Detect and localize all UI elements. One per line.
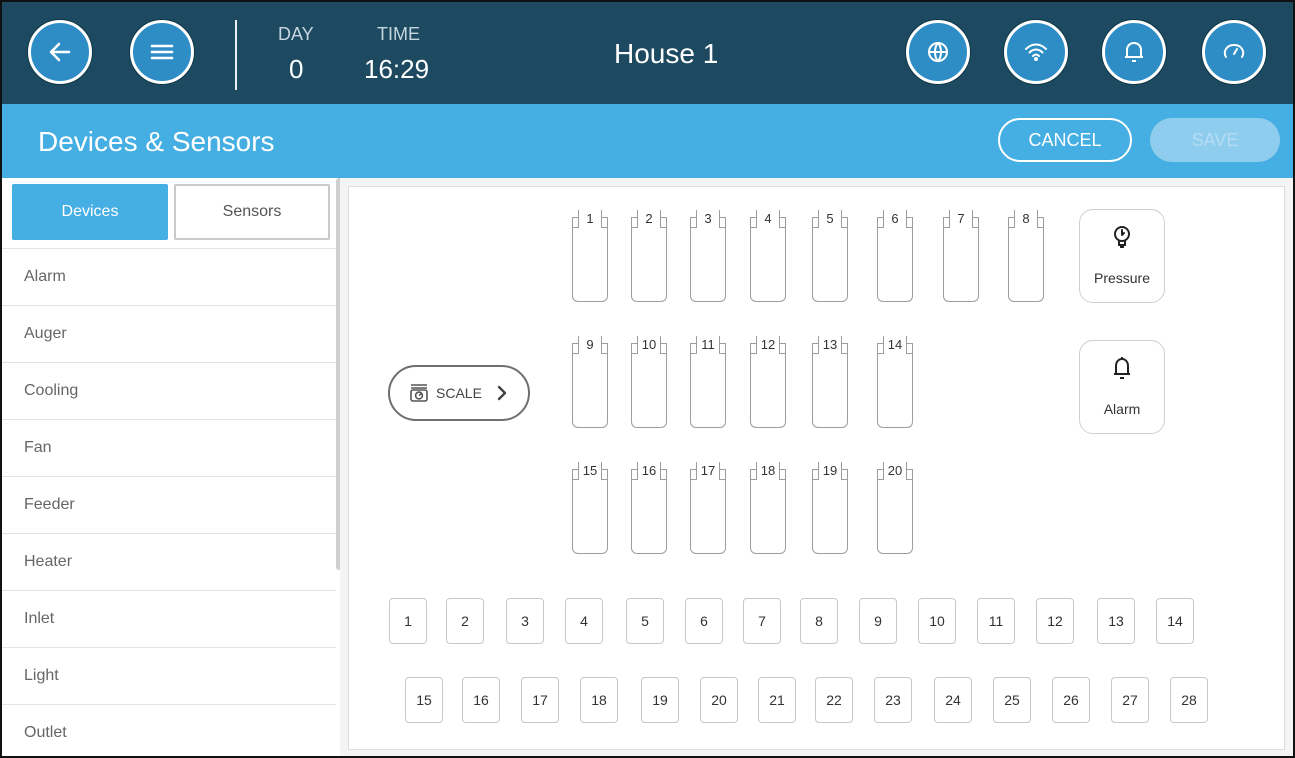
port-chip[interactable]: 17 — [521, 677, 559, 723]
port-chip[interactable]: 20 — [700, 677, 738, 723]
day-value: 0 — [289, 54, 304, 84]
relay-slot[interactable]: 1 — [572, 210, 608, 302]
port-chip[interactable]: 11 — [977, 598, 1015, 644]
relay-slot[interactable]: 14 — [877, 336, 913, 428]
alarms-button[interactable] — [1102, 20, 1166, 84]
relay-slot[interactable]: 15 — [572, 462, 608, 554]
cancel-button[interactable]: CANCEL — [998, 118, 1132, 162]
port-chip[interactable]: 18 — [580, 677, 618, 723]
gauge-icon — [1222, 41, 1246, 63]
relay-slot[interactable]: 18 — [750, 462, 786, 554]
menu-button[interactable] — [130, 20, 194, 84]
port-chip[interactable]: 21 — [758, 677, 796, 723]
scale-icon — [408, 383, 430, 403]
wifi-icon — [1024, 42, 1048, 62]
port-chip[interactable]: 26 — [1052, 677, 1090, 723]
dashboard-button[interactable] — [1202, 20, 1266, 84]
top-bar: DAY 0 TIME 16:29 House 1 — [0, 0, 1295, 104]
day-label: DAY — [278, 24, 314, 44]
relay-slot[interactable]: 6 — [877, 210, 913, 302]
scale-label: SCALE — [436, 385, 482, 401]
port-chip[interactable]: 27 — [1111, 677, 1149, 723]
sidebar-item-feeder[interactable]: Feeder — [2, 476, 336, 533]
port-chip[interactable]: 8 — [800, 598, 838, 644]
relay-slot[interactable]: 10 — [631, 336, 667, 428]
port-chip[interactable]: 16 — [462, 677, 500, 723]
port-chip[interactable]: 3 — [506, 598, 544, 644]
hamburger-menu-icon — [150, 42, 174, 62]
relay-slot[interactable]: 5 — [812, 210, 848, 302]
relay-slot[interactable]: 13 — [812, 336, 848, 428]
port-chip[interactable]: 7 — [743, 598, 781, 644]
port-chip[interactable]: 23 — [874, 677, 912, 723]
header-divider — [235, 20, 237, 90]
globe-icon — [926, 40, 950, 64]
network-button[interactable] — [1004, 20, 1068, 84]
relay-slot[interactable]: 2 — [631, 210, 667, 302]
tab-devices[interactable]: Devices — [12, 184, 168, 240]
tab-sensors[interactable]: Sensors — [174, 184, 330, 240]
relay-slot[interactable]: 11 — [690, 336, 726, 428]
port-chip[interactable]: 24 — [934, 677, 972, 723]
port-chip[interactable]: 28 — [1170, 677, 1208, 723]
time-value: 16:29 — [364, 54, 430, 84]
pressure-sensor-icon — [1112, 224, 1132, 250]
port-chip[interactable]: 6 — [685, 598, 723, 644]
sidebar-item-light[interactable]: Light — [2, 647, 336, 704]
relay-slot[interactable]: 20 — [877, 462, 913, 554]
port-chip[interactable]: 14 — [1156, 598, 1194, 644]
back-button[interactable] — [28, 20, 92, 84]
port-chip[interactable]: 25 — [993, 677, 1031, 723]
pressure-card[interactable]: Pressure — [1079, 209, 1165, 303]
sidebar-item-inlet[interactable]: Inlet — [2, 590, 336, 647]
port-chip[interactable]: 12 — [1036, 598, 1074, 644]
port-chip[interactable]: 2 — [446, 598, 484, 644]
page-header: Devices & Sensors CANCEL SAVE — [0, 104, 1295, 178]
port-chip[interactable]: 15 — [405, 677, 443, 723]
port-chip[interactable]: 5 — [626, 598, 664, 644]
port-chip[interactable]: 22 — [815, 677, 853, 723]
sidebar-item-auger[interactable]: Auger — [2, 305, 336, 362]
sidebar: Devices Sensors Alarm Auger Cooling Fan … — [0, 178, 342, 758]
pressure-card-label: Pressure — [1093, 270, 1151, 286]
bell-icon — [1112, 355, 1132, 381]
relay-slot[interactable]: 3 — [690, 210, 726, 302]
relay-slot[interactable]: 8 — [1008, 210, 1044, 302]
relay-slot[interactable]: 12 — [750, 336, 786, 428]
sidebar-item-outlet[interactable]: Outlet — [2, 704, 336, 758]
alarm-card-label: Alarm — [1103, 401, 1141, 417]
port-chip[interactable]: 10 — [918, 598, 956, 644]
relay-slot[interactable]: 19 — [812, 462, 848, 554]
sidebar-item-cooling[interactable]: Cooling — [2, 362, 336, 419]
port-chip[interactable]: 1 — [389, 598, 427, 644]
page-title: Devices & Sensors — [38, 126, 275, 157]
relay-slot[interactable]: 7 — [943, 210, 979, 302]
bell-icon — [1123, 40, 1145, 64]
port-chip[interactable]: 13 — [1097, 598, 1135, 644]
sidebar-item-alarm[interactable]: Alarm — [2, 248, 336, 305]
relay-slot[interactable]: 9 — [572, 336, 608, 428]
port-chip[interactable]: 9 — [859, 598, 897, 644]
sidebar-item-fan[interactable]: Fan — [2, 419, 336, 476]
chevron-right-icon — [496, 385, 508, 401]
time-label: TIME — [377, 24, 420, 44]
device-type-list: Alarm Auger Cooling Fan Feeder Heater In… — [2, 248, 336, 758]
house-title: House 1 — [614, 38, 719, 69]
relay-slot[interactable]: 16 — [631, 462, 667, 554]
port-chip[interactable]: 19 — [641, 677, 679, 723]
sidebar-item-heater[interactable]: Heater — [2, 533, 336, 590]
relay-slot[interactable]: 4 — [750, 210, 786, 302]
scale-button[interactable]: SCALE — [388, 365, 530, 421]
save-button[interactable]: SAVE — [1150, 118, 1280, 162]
arrow-left-icon — [47, 39, 73, 65]
relay-slot[interactable]: 17 — [690, 462, 726, 554]
alarm-card[interactable]: Alarm — [1079, 340, 1165, 434]
language-button[interactable] — [906, 20, 970, 84]
port-chip[interactable]: 4 — [565, 598, 603, 644]
